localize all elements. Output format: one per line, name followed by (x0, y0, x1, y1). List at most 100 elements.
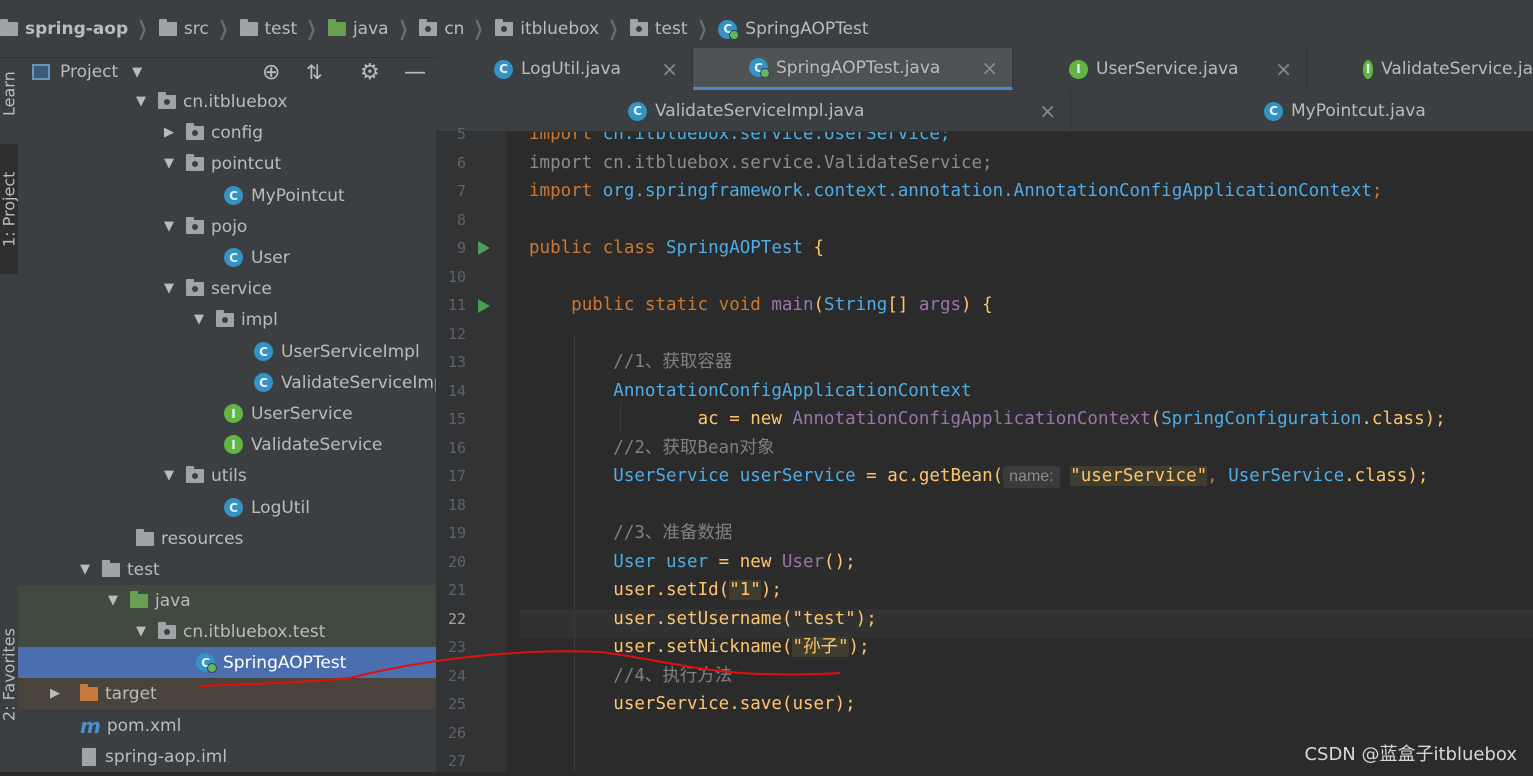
folder-icon (158, 19, 177, 36)
collapse-all-icon[interactable]: ⇅ (306, 60, 323, 84)
tab-validateserviceimpl[interactable]: C ValidateServiceImpl.java × (436, 90, 1071, 132)
package-icon (629, 19, 648, 36)
code-line-11: public static void main(String[] args) { (571, 295, 993, 315)
run-gutter-icon[interactable] (478, 299, 490, 313)
breadcrumb-separator-icon: ❯ (306, 16, 317, 40)
expand-arrow-icon[interactable]: ▼ (136, 624, 158, 639)
tab-springaoptest[interactable]: C SpringAOPTest.java × (693, 48, 1013, 90)
breadcrumb-item-src[interactable]: src (158, 16, 209, 42)
expand-arrow-icon[interactable]: ▼ (108, 593, 130, 608)
expand-arrow-icon[interactable]: ▼ (80, 562, 102, 577)
editor-gutter: 5 6 7 8 9 10 11 12 13 14 15 16 17 18 19 … (436, 125, 527, 772)
parameter-hint: name: (1003, 466, 1060, 488)
breadcrumb-separator-icon: ❯ (608, 16, 619, 40)
collapse-arrow-icon[interactable]: ▶ (164, 125, 186, 140)
watermark: CSDN @蓝盒子itbluebox (1304, 744, 1517, 765)
line-number: 24 (447, 666, 466, 685)
locate-file-icon[interactable]: ⊕ (262, 60, 280, 85)
code-line-17: UserService userService = ac.getBean(nam… (613, 466, 1429, 488)
project-view-selector[interactable]: Project (60, 62, 118, 82)
expand-arrow-icon[interactable]: ▼ (136, 94, 158, 109)
project-panel-header: Project ▼ ⊕ ⇅ ⚙ — (18, 58, 436, 86)
java-class-icon: C (224, 498, 243, 517)
line-number: 8 (456, 210, 466, 229)
line-number: 19 (447, 524, 466, 542)
package-icon (158, 621, 176, 639)
editor-tabs-row-2: C ValidateServiceImpl.java × C MyPointcut.j… (436, 90, 1533, 132)
breadcrumb-separator-icon: ❯ (696, 16, 707, 40)
run-gutter-icon[interactable] (478, 241, 490, 255)
tree-item-spring-aop-iml[interactable]: spring-aop.iml (18, 741, 500, 772)
line-number: 5 (456, 125, 466, 143)
line-number: 26 (447, 723, 466, 742)
hide-panel-icon[interactable]: — (404, 60, 426, 85)
gear-icon[interactable]: ⚙ (360, 60, 380, 85)
line-number: 16 (447, 438, 466, 457)
java-interface-icon: I (1069, 59, 1088, 79)
expand-arrow-icon[interactable]: ▼ (164, 219, 186, 234)
project-tree: ▼ cn.itbluebox ▶ config ▼ pointcut C MyPoint… (18, 86, 614, 772)
line-number: 11 (447, 296, 466, 314)
test-source-folder-icon (327, 19, 346, 36)
tree-item-pom-xml[interactable]: m pom.xml (18, 710, 498, 741)
code-line-24: //4、执行方法 (613, 665, 733, 686)
code-line-9: public class SpringAOPTest { (529, 238, 825, 258)
close-icon[interactable]: × (981, 56, 998, 80)
code-line-7: import org.springframework.context.annot… (529, 181, 1383, 201)
expand-arrow-icon[interactable]: ▼ (194, 312, 216, 327)
breadcrumb-separator-icon: ❯ (473, 16, 484, 40)
expand-arrow-icon[interactable]: ▼ (164, 468, 186, 483)
java-class-icon: C (1264, 101, 1283, 121)
line-number: 17 (447, 467, 466, 485)
line-number: 21 (447, 581, 466, 599)
chevron-down-icon[interactable]: ▼ (132, 65, 142, 80)
code-editor[interactable]: import cn.itbluebox.service.UserService;… (506, 132, 1533, 772)
breadcrumb-item-java[interactable]: java (327, 16, 389, 42)
close-icon[interactable]: × (1039, 99, 1056, 123)
code-line-16: //2、获取Bean对象 (613, 437, 775, 458)
tree-item-test-folder[interactable]: ▼ test (18, 554, 498, 585)
code-line-13: //1、获取容器 (613, 352, 733, 372)
close-icon[interactable]: × (1275, 57, 1292, 81)
expand-arrow-icon[interactable]: ▼ (164, 156, 186, 171)
package-icon (495, 19, 514, 36)
code-line-22: user.setUsername("test"); (613, 608, 877, 629)
tool-tab-learn[interactable]: Learn (0, 58, 19, 130)
tab-validateservice[interactable]: I ValidateService.ja (1307, 48, 1533, 90)
java-class-icon: C (254, 342, 273, 361)
iml-file-icon (82, 747, 96, 766)
maven-icon: m (80, 713, 101, 738)
line-number: 18 (447, 495, 466, 514)
package-icon (186, 278, 204, 296)
code-line-20: User user = new User(); (613, 551, 856, 572)
tool-tab-favorites[interactable]: 2: Favorites (0, 610, 19, 740)
breadcrumb-item-cn[interactable]: cn (419, 16, 464, 42)
breadcrumb-separator-icon: ❯ (218, 16, 229, 40)
code-line-6: import cn.itbluebox.service.ValidateServ… (529, 152, 993, 173)
collapse-arrow-icon[interactable]: ▶ (50, 686, 80, 701)
code-line-21: user.setId("1"); (613, 580, 782, 600)
tab-mypointcut[interactable]: C MyPointcut.java (1071, 90, 1533, 132)
breadcrumb-separator-icon: ❯ (137, 16, 148, 40)
package-icon (186, 216, 204, 234)
tree-item-target[interactable]: ▶ target (18, 678, 468, 709)
breadcrumb-item-springaoptest[interactable]: C SpringAOPTest (718, 16, 869, 42)
breadcrumb-item-test[interactable]: test (239, 16, 297, 42)
close-icon[interactable]: × (661, 57, 678, 81)
line-number: 12 (447, 324, 466, 343)
line-number: 27 (447, 752, 466, 770)
breadcrumb-item-itbluebox[interactable]: itbluebox (495, 16, 599, 42)
package-icon (186, 122, 204, 140)
tab-logutil[interactable]: C LogUtil.java × (436, 48, 693, 90)
code-line-19: //3、准备数据 (613, 523, 733, 543)
package-icon (216, 309, 234, 327)
package-icon (419, 19, 438, 36)
line-number: 13 (447, 353, 466, 371)
tab-userservice[interactable]: I UserService.java × (1013, 48, 1307, 90)
line-number: 25 (447, 695, 466, 713)
breadcrumb-item-module[interactable]: spring-aop (0, 16, 128, 42)
breadcrumb-item-test-package[interactable]: test (629, 16, 688, 42)
tool-tab-project[interactable]: 1: Project (0, 144, 19, 274)
line-number: 23 (447, 638, 466, 656)
expand-arrow-icon[interactable]: ▼ (164, 281, 186, 296)
